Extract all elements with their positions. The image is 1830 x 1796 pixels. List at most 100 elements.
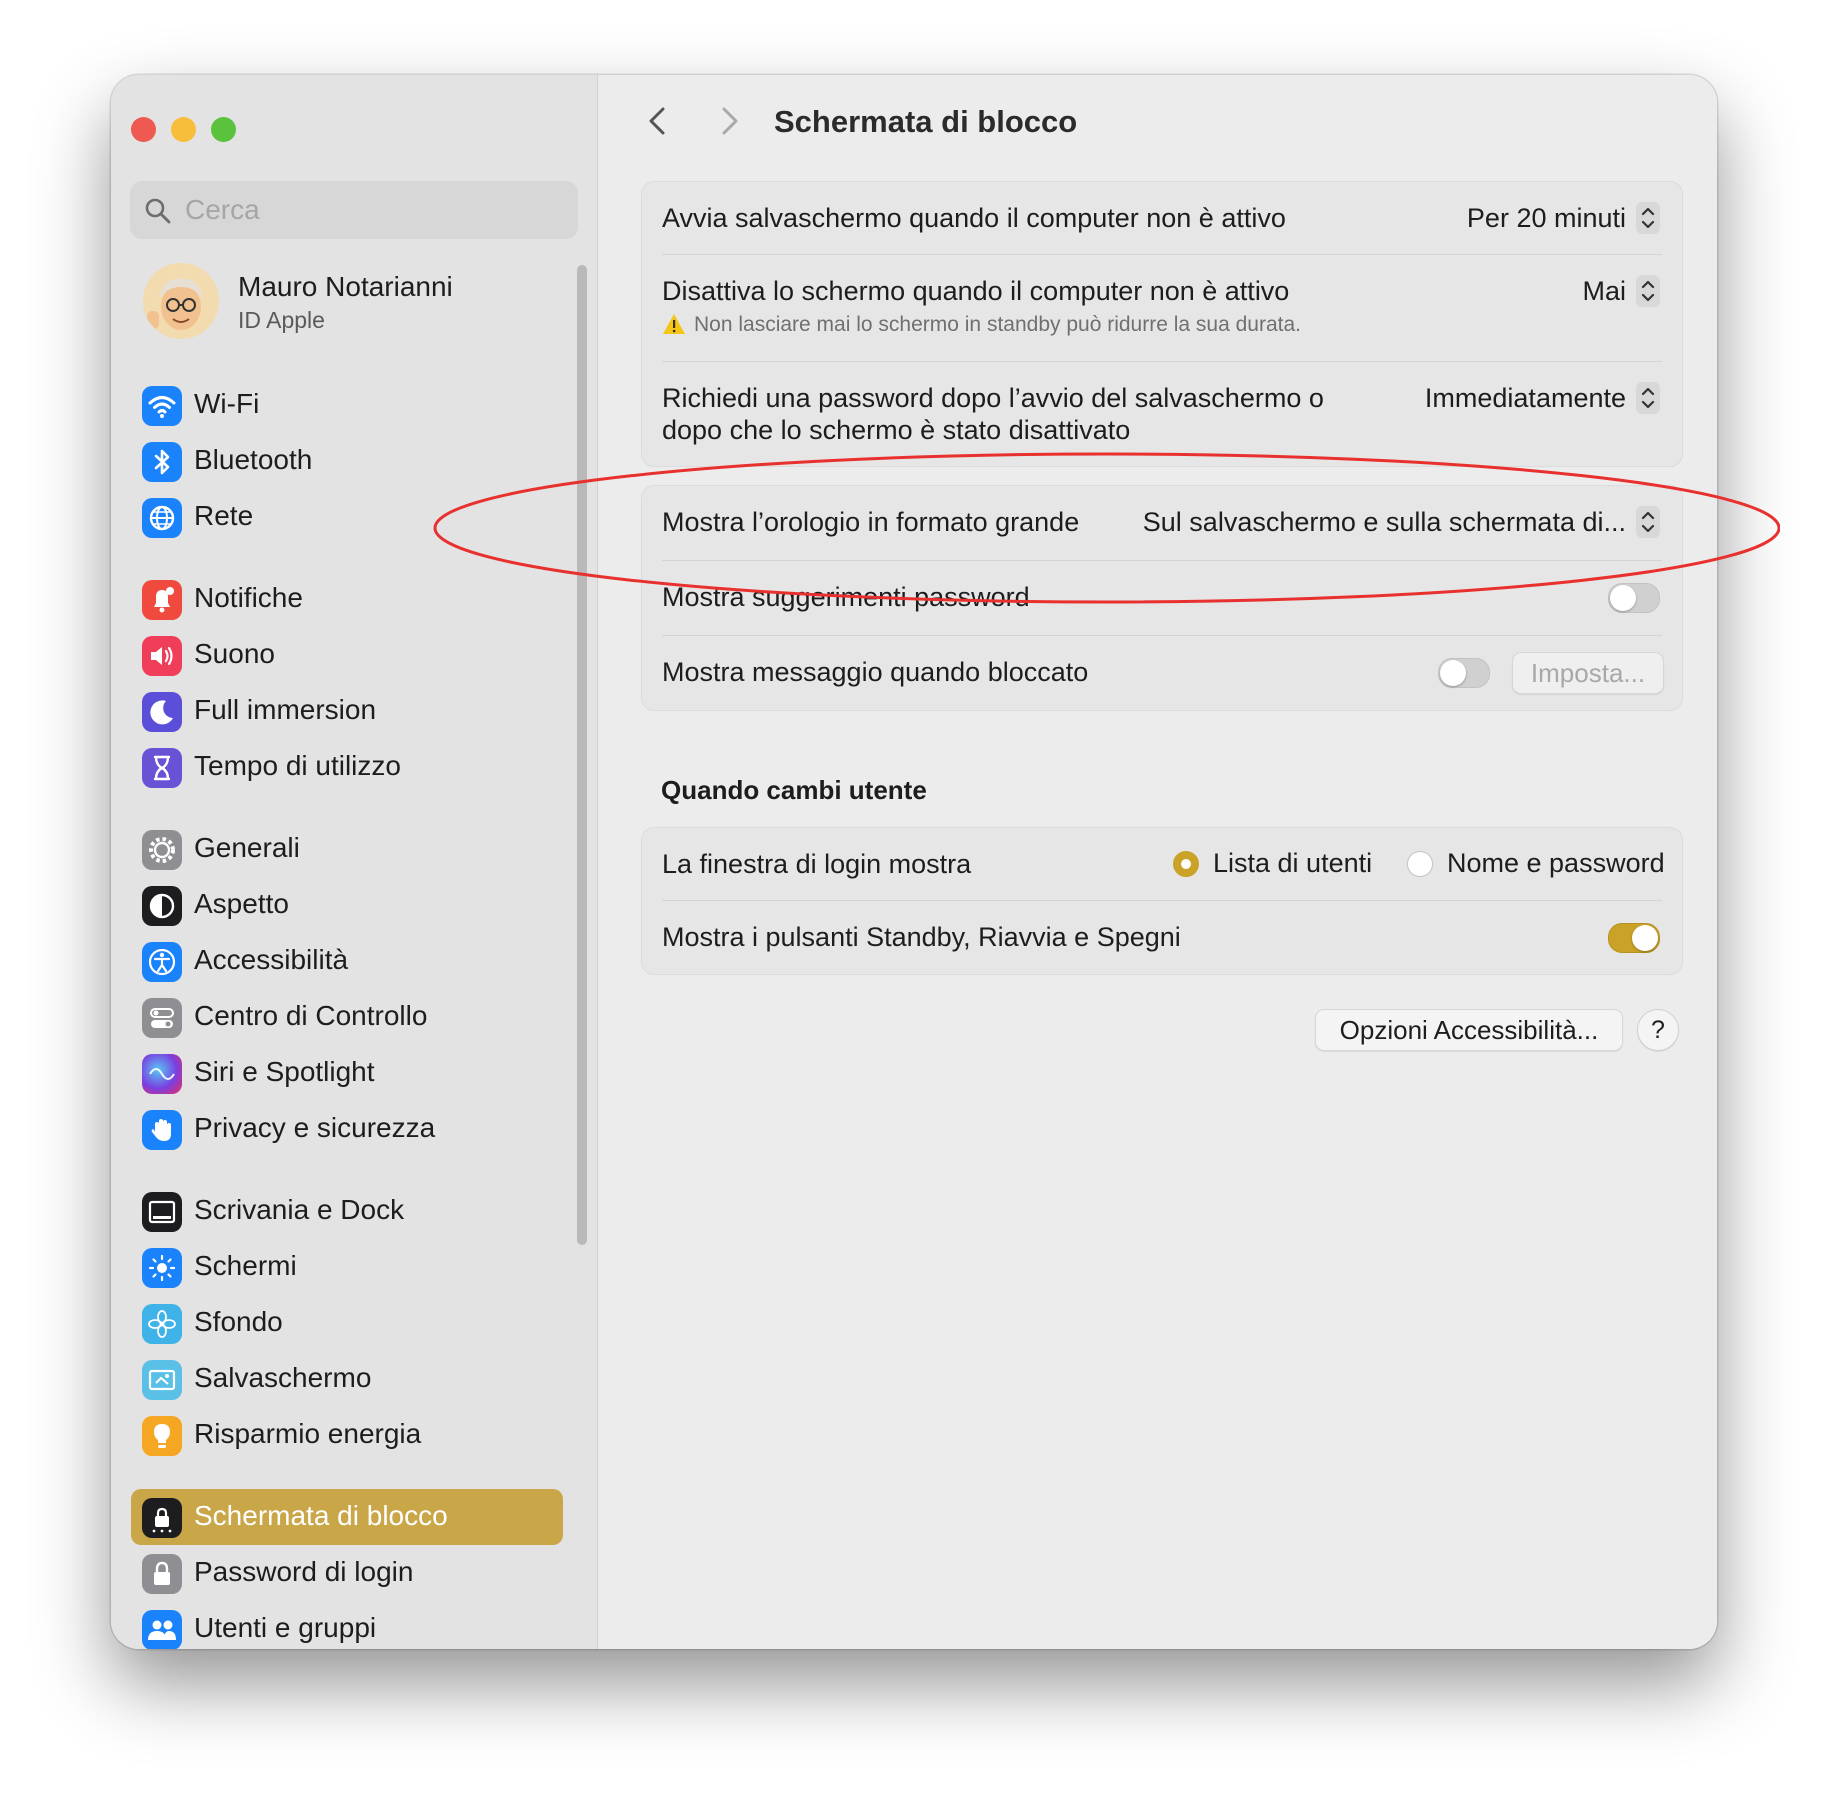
close-button[interactable]	[131, 117, 156, 142]
minimize-button[interactable]	[171, 117, 196, 142]
lock-screen-options-group: Mostra l’orologio in formato grande Sul …	[641, 485, 1683, 711]
control-center-icon	[142, 998, 182, 1038]
big-clock-row: Mostra l’orologio in formato grande Sul …	[642, 486, 1682, 560]
sidebar-item-bluetooth[interactable]: Bluetooth	[131, 433, 563, 489]
warning-icon	[663, 314, 685, 334]
screensaver-popup[interactable]: Per 20 minuti	[1467, 202, 1660, 234]
sidebar-item-label: Notifiche	[194, 582, 303, 613]
screensaver-row: Avvia salvaschermo quando il computer no…	[642, 182, 1682, 254]
password-hints-toggle[interactable]	[1608, 583, 1660, 613]
hand-icon	[142, 1110, 182, 1150]
profile-name: Mauro Notarianni	[238, 271, 453, 302]
sidebar-item-label: Rete	[194, 500, 254, 531]
stepper-arrows-icon	[1636, 382, 1660, 414]
sidebar-scrollbar[interactable]	[577, 265, 587, 1245]
screensaver-value: Per 20 minuti	[1466, 202, 1626, 233]
screen-settings-group: Avvia salvaschermo quando il computer no…	[641, 181, 1683, 467]
sidebar-item-label: Centro di Controllo	[194, 1000, 428, 1031]
sidebar-item-label: Accessibilità	[194, 944, 349, 975]
hourglass-icon	[142, 748, 182, 788]
sidebar-item-full-immersion[interactable]: Full immersion	[131, 683, 563, 739]
sidebar-item-label: Siri e Spotlight	[194, 1056, 375, 1087]
big-clock-label: Mostra l’orologio in formato grande	[662, 507, 1080, 537]
sidebar-item-label: Full immersion	[194, 694, 377, 725]
sidebar-item-schermata-di-blocco[interactable]: Schermata di blocco	[131, 1489, 563, 1545]
radio-name-password-label[interactable]: Nome e password	[1447, 848, 1665, 879]
power-buttons-row: Mostra i pulsanti Standby, Riavvia e Spe…	[642, 901, 1682, 974]
sidebar-item-label: Wi-Fi	[194, 388, 260, 419]
avatar	[143, 263, 219, 339]
sidebar-item-label: Scrivania e Dock	[194, 1194, 405, 1225]
power-buttons-toggle[interactable]	[1608, 923, 1660, 953]
sidebar-item-rete[interactable]: Rete	[131, 489, 563, 545]
screensaver-icon	[142, 1360, 182, 1400]
sidebar-item-sfondo[interactable]: Sfondo	[131, 1295, 563, 1351]
globe-icon	[142, 498, 182, 538]
require-password-label-line1: Richiedi una password dopo l’avvio del s…	[662, 383, 1324, 413]
sidebar-item-siri-e-spotlight[interactable]: Siri e Spotlight	[131, 1045, 563, 1101]
flower-icon	[142, 1304, 182, 1344]
power-buttons-label: Mostra i pulsanti Standby, Riavvia e Spe…	[662, 922, 1181, 952]
big-clock-popup[interactable]: Sul salvaschermo e sulla schermata di...	[1143, 506, 1660, 538]
sun-icon	[142, 1248, 182, 1288]
sidebar-item-scrivania-e-dock[interactable]: Scrivania e Dock	[131, 1183, 563, 1239]
sidebar-item-risparmio-energia[interactable]: Risparmio energia	[131, 1407, 563, 1463]
sidebar-item-label: Salvaschermo	[194, 1362, 372, 1393]
sidebar-item-password-di-login[interactable]: Password di login	[131, 1545, 563, 1601]
sidebar-item-label: Risparmio energia	[194, 1418, 422, 1449]
profile-subtitle: ID Apple	[238, 307, 325, 333]
sidebar-item-privacy-e-sicurezza[interactable]: Privacy e sicurezza	[131, 1101, 563, 1157]
sidebar-item-label: Bluetooth	[194, 444, 313, 475]
forward-chevron-icon[interactable]	[714, 101, 744, 141]
lock-icon	[142, 1554, 182, 1594]
sidebar-item-centro-di-controllo[interactable]: Centro di Controllo	[131, 989, 563, 1045]
password-hints-label: Mostra suggerimenti password	[662, 582, 1030, 612]
sidebar-item-aspetto[interactable]: Aspetto	[131, 877, 563, 933]
radio-user-list-label[interactable]: Lista di utenti	[1213, 848, 1372, 879]
password-hints-row: Mostra suggerimenti password	[642, 561, 1682, 635]
wifi-icon	[142, 386, 182, 426]
accessibility-options-button[interactable]: Opzioni Accessibilità...	[1315, 1009, 1623, 1051]
sidebar-item-label: Privacy e sicurezza	[194, 1112, 436, 1143]
display-off-popup[interactable]: Mai	[1582, 275, 1660, 307]
set-message-button[interactable]: Imposta...	[1512, 652, 1664, 694]
search-field[interactable]: Cerca	[130, 181, 578, 239]
sidebar-item-wifi[interactable]: Wi-Fi	[131, 377, 563, 433]
page-title: Schermata di blocco	[774, 104, 1078, 139]
radio-name-password[interactable]	[1407, 851, 1433, 877]
search-icon	[145, 198, 171, 224]
main-pane: Schermata di blocco Avvia salvaschermo q…	[599, 75, 1717, 1649]
sidebar-item-salvaschermo[interactable]: Salvaschermo	[131, 1351, 563, 1407]
screensaver-label: Avvia salvaschermo quando il computer no…	[662, 203, 1286, 233]
display-off-value: Mai	[1582, 275, 1626, 306]
sidebar-item-schermi[interactable]: Schermi	[131, 1239, 563, 1295]
login-window-row: La finestra di login mostra Lista di ute…	[642, 828, 1682, 900]
sidebar-item-notifiche[interactable]: Notifiche	[131, 571, 563, 627]
sidebar-item-label: Schermata di blocco	[194, 1500, 448, 1531]
search-placeholder: Cerca	[185, 194, 260, 225]
stepper-arrows-icon	[1636, 506, 1660, 538]
sidebar-item-suono[interactable]: Suono	[131, 627, 563, 683]
siri-icon	[142, 1054, 182, 1094]
sidebar-item-accessibilita[interactable]: Accessibilità	[131, 933, 563, 989]
apple-id-profile[interactable]: Mauro Notarianni ID Apple	[143, 263, 583, 343]
appearance-icon	[142, 886, 182, 926]
sidebar-item-utenti-e-gruppi[interactable]: Utenti e gruppi	[131, 1601, 563, 1649]
require-password-popup[interactable]: Immediatamente	[1425, 382, 1660, 414]
require-password-value: Immediatamente	[1424, 382, 1626, 413]
moon-icon	[142, 692, 182, 732]
sidebar-item-tempo-di-utilizzo[interactable]: Tempo di utilizzo	[131, 739, 563, 795]
radio-user-list[interactable]	[1173, 851, 1199, 877]
sidebar: Cerca Mauro Notarianni ID Apple Wi-Fi Bl…	[111, 75, 598, 1649]
lock-message-row: Mostra messaggio quando bloccato Imposta…	[642, 636, 1682, 710]
gear-icon	[142, 830, 182, 870]
bulb-icon	[142, 1416, 182, 1456]
lock-message-toggle[interactable]	[1438, 658, 1490, 688]
help-button[interactable]: ?	[1637, 1009, 1679, 1051]
zoom-button[interactable]	[211, 117, 236, 142]
settings-window: Cerca Mauro Notarianni ID Apple Wi-Fi Bl…	[111, 75, 1717, 1649]
speaker-icon	[142, 636, 182, 676]
sidebar-item-generali[interactable]: Generali	[131, 821, 563, 877]
login-window-label: La finestra di login mostra	[662, 849, 972, 879]
back-chevron-icon[interactable]	[643, 101, 673, 141]
